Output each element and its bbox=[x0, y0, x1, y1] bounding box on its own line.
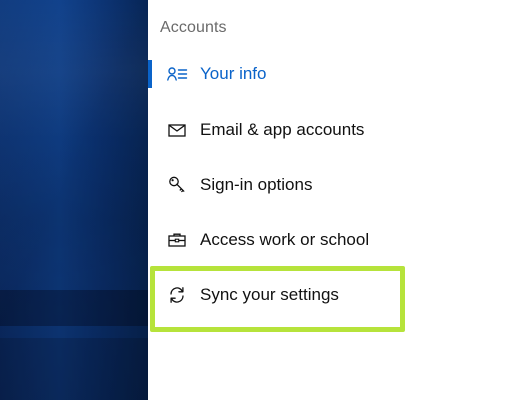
nav-item-sync-settings[interactable]: Sync your settings bbox=[148, 275, 514, 315]
wallpaper-band bbox=[0, 290, 148, 326]
sync-icon bbox=[166, 285, 188, 305]
desktop-wallpaper bbox=[0, 0, 148, 400]
briefcase-icon bbox=[166, 230, 188, 250]
nav-item-sign-in-options[interactable]: Sign-in options bbox=[148, 165, 514, 205]
section-title: Accounts bbox=[160, 19, 227, 36]
nav-item-label: Access work or school bbox=[200, 230, 370, 249]
nav-item-label: Email & app accounts bbox=[200, 120, 365, 139]
key-icon bbox=[166, 175, 188, 195]
nav-item-label: Sign-in options bbox=[200, 175, 313, 194]
person-list-icon bbox=[166, 64, 188, 84]
nav-item-your-info[interactable]: Your info bbox=[148, 54, 514, 94]
wallpaper-band bbox=[0, 338, 148, 400]
settings-panel: Accounts Your info Email & app accounts bbox=[148, 0, 514, 400]
nav-item-label: Sync your settings bbox=[200, 285, 339, 304]
mail-icon bbox=[166, 120, 188, 140]
nav-item-email-app-accounts[interactable]: Email & app accounts bbox=[148, 110, 514, 150]
nav-item-label: Your info bbox=[200, 64, 267, 83]
nav-item-access-work-school[interactable]: Access work or school bbox=[148, 220, 514, 260]
